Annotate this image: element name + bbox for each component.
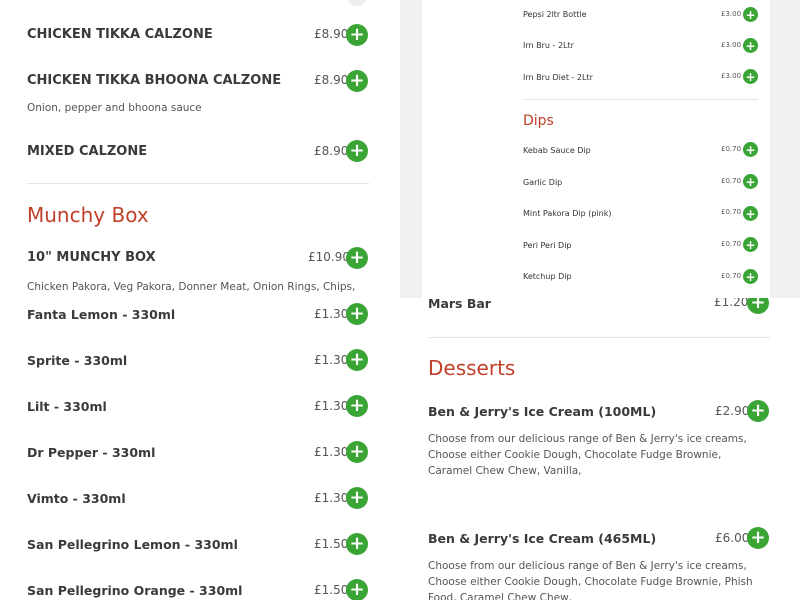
- item-name: Ben & Jerry's Ice Cream (100ML): [428, 404, 657, 419]
- dip-row: Garlic Dip £0.70 +: [422, 172, 770, 203]
- drink-row: San Pellegrino Lemon - 330ml £1.50 +: [0, 527, 400, 573]
- item-name: 10" MUNCHY BOX: [27, 250, 156, 265]
- item-price: £10.90: [308, 250, 350, 264]
- item-price: £0.70: [721, 208, 742, 216]
- item-price: £1.30: [314, 353, 349, 367]
- item-name: Irn Bru Diet - 2Ltr: [523, 73, 593, 82]
- item-price: £3.00: [721, 72, 742, 80]
- item-name: San Pellegrino Lemon - 330ml: [27, 537, 238, 552]
- add-item-button[interactable]: +: [743, 269, 758, 284]
- item-price: £1.30: [314, 491, 349, 505]
- item-price: £2.90: [715, 404, 750, 418]
- item-name: CHICKEN TIKKA CALZONE: [27, 27, 213, 42]
- section-title-desserts: Desserts: [428, 356, 516, 380]
- scroll-edge-shadow: [347, 0, 367, 6]
- item-name: Dr Pepper - 330ml: [27, 445, 156, 460]
- item-name: Mars Bar: [428, 298, 491, 311]
- drink-row: San Pellegrino Orange - 330ml £1.50 +: [0, 573, 400, 600]
- add-item-button[interactable]: +: [743, 38, 758, 53]
- item-price: £8.90: [314, 73, 349, 87]
- item-price: £8.90: [314, 144, 349, 158]
- item-price: £1.50: [314, 583, 349, 597]
- add-item-button[interactable]: +: [346, 487, 368, 509]
- menu-card: Pepsi 2ltr Bottle £3.00 + Irn Bru - 2Ltr…: [422, 0, 770, 298]
- add-item-button[interactable]: +: [346, 247, 368, 269]
- add-item-button[interactable]: +: [346, 24, 368, 46]
- add-item-button[interactable]: +: [743, 237, 758, 252]
- drink-row: Dr Pepper - 330ml £1.30 +: [0, 435, 400, 481]
- item-price: £0.70: [721, 145, 742, 153]
- add-item-button[interactable]: +: [346, 395, 368, 417]
- add-item-button[interactable]: +: [346, 533, 368, 555]
- item-price: £1.30: [314, 307, 349, 321]
- add-item-button[interactable]: +: [747, 527, 769, 549]
- item-price: £0.70: [721, 272, 742, 280]
- item-name: Pepsi 2ltr Bottle: [523, 10, 587, 19]
- drink-row: Irn Bru Diet - 2Ltr £3.00 +: [422, 62, 770, 93]
- add-item-button[interactable]: +: [346, 441, 368, 463]
- item-description: Choose from our delicious range of Ben &…: [428, 560, 753, 600]
- item-name: Ben & Jerry's Ice Cream (465ML): [428, 531, 657, 546]
- add-item-button[interactable]: +: [346, 140, 368, 162]
- right-top-panel: Pepsi 2ltr Bottle £3.00 + Irn Bru - 2Ltr…: [400, 0, 800, 298]
- item-name: Lilt - 330ml: [27, 399, 107, 414]
- dip-row: Peri Peri Dip £0.70 +: [422, 234, 770, 265]
- item-price: £1.30: [314, 399, 349, 413]
- section-divider: [428, 337, 770, 338]
- dip-row: Ketchup Dip £0.70 +: [422, 265, 770, 296]
- item-price: £3.00: [721, 10, 742, 18]
- item-name: San Pellegrino Orange - 330ml: [27, 583, 243, 598]
- add-item-button[interactable]: +: [743, 7, 758, 22]
- section-divider: [523, 99, 758, 100]
- section-divider: [27, 183, 369, 184]
- drink-row: Lilt - 330ml £1.30 +: [0, 389, 400, 435]
- add-item-button[interactable]: +: [346, 70, 368, 92]
- add-item-button[interactable]: +: [346, 579, 368, 600]
- item-price: £6.00: [715, 531, 750, 545]
- item-price: £0.70: [721, 177, 742, 185]
- right-bottom-panel: Mars Bar £1.20 + Desserts Ben & Jerry's …: [400, 298, 800, 600]
- item-price: £0.70: [721, 240, 742, 248]
- left-top-panel: CHICKEN TIKKA CALZONE £8.90 + CHICKEN TI…: [0, 0, 400, 297]
- item-name: Fanta Lemon - 330ml: [27, 307, 176, 322]
- item-price: £1.30: [314, 445, 349, 459]
- add-item-button[interactable]: +: [743, 174, 758, 189]
- add-item-button[interactable]: +: [743, 69, 758, 84]
- left-bottom-panel: Fanta Lemon - 330ml £1.30 + Sprite - 330…: [0, 297, 400, 600]
- add-item-button[interactable]: +: [346, 349, 368, 371]
- item-description: Onion, pepper and bhoona sauce: [27, 102, 202, 114]
- item-name: Irn Bru - 2Ltr: [523, 41, 574, 50]
- item-name: Sprite - 330ml: [27, 353, 128, 368]
- item-description: Choose from our delicious range of Ben &…: [428, 433, 747, 477]
- item-name: MIXED CALZONE: [27, 144, 148, 159]
- item-price: £8.90: [314, 27, 349, 41]
- add-item-button[interactable]: +: [747, 298, 769, 314]
- add-item-button[interactable]: +: [747, 400, 769, 422]
- add-item-button[interactable]: +: [346, 303, 368, 325]
- section-title-munchy-box: Munchy Box: [27, 203, 149, 227]
- item-name: Ketchup Dip: [523, 272, 572, 281]
- drink-row: Fanta Lemon - 330ml £1.30 +: [0, 297, 400, 343]
- item-price: £1.50: [314, 537, 349, 551]
- drink-row: Irn Bru - 2Ltr £3.00 +: [422, 31, 770, 62]
- drink-row: Pepsi 2ltr Bottle £3.00 +: [422, 0, 770, 31]
- dip-row: Kebab Sauce Dip £0.70 +: [422, 141, 770, 172]
- drink-row: Vimto - 330ml £1.30 +: [0, 481, 400, 527]
- item-name: Peri Peri Dip: [523, 241, 572, 250]
- item-description: Chicken Pakora, Veg Pakora, Donner Meat,…: [27, 281, 356, 293]
- item-name: CHICKEN TIKKA BHOONA CALZONE: [27, 73, 282, 88]
- add-item-button[interactable]: +: [743, 206, 758, 221]
- item-price: £1.20: [714, 298, 749, 309]
- item-price: £3.00: [721, 41, 742, 49]
- item-name: Garlic Dip: [523, 178, 563, 187]
- add-item-button[interactable]: +: [743, 142, 758, 157]
- dip-row: Mint Pakora Dip (pink) £0.70 +: [422, 203, 770, 234]
- item-name: Kebab Sauce Dip: [523, 146, 591, 155]
- drink-row: Sprite - 330ml £1.30 +: [0, 343, 400, 389]
- item-name: Mint Pakora Dip (pink): [523, 209, 612, 218]
- section-title-dips: Dips: [523, 113, 554, 129]
- item-name: Vimto - 330ml: [27, 491, 126, 506]
